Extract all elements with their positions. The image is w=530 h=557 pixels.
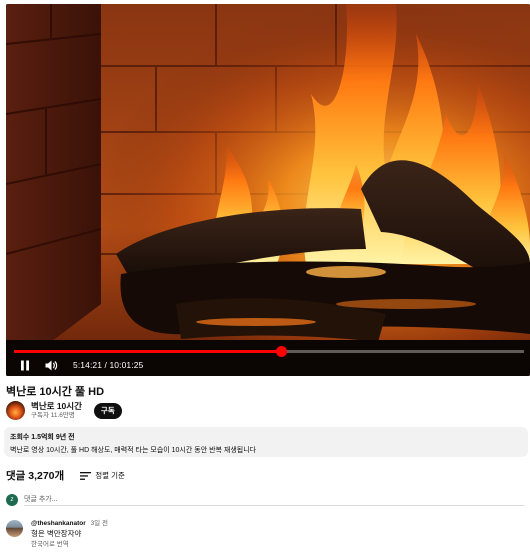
sort-button[interactable]: 정렬 기준 bbox=[80, 470, 125, 481]
channel-info: 벽난로 10시간 구독자 11.6만명 bbox=[31, 401, 82, 420]
subscriber-count: 구독자 11.6만명 bbox=[31, 412, 75, 420]
comment-text: 형은 벽만장자야 bbox=[31, 529, 82, 539]
translate-link[interactable]: 한국어로 번역 bbox=[31, 541, 108, 549]
channel-name[interactable]: 벽난로 10시간 bbox=[31, 401, 82, 411]
video-title: 벽난로 10시간 풀 HD bbox=[6, 386, 105, 398]
comment-author[interactable]: @theshankanator bbox=[31, 520, 86, 527]
channel-row: 벽난로 10시간 구독자 11.6만명 구독 bbox=[6, 400, 122, 421]
sort-label: 정렬 기준 bbox=[95, 471, 125, 480]
view-count-date: 조회수 1.5억회 9년 전 bbox=[10, 434, 75, 441]
add-comment-row: z 댓글 추가... bbox=[6, 493, 524, 506]
volume-icon bbox=[45, 360, 57, 370]
player-controls: 5:14:21 / 10:01:25 bbox=[6, 354, 530, 376]
user-avatar: z bbox=[6, 493, 18, 506]
video-player[interactable]: 5:14:21 / 10:01:25 bbox=[6, 4, 530, 376]
subscribe-button[interactable]: 구독 bbox=[93, 402, 122, 419]
comment-item: @theshankanator 3일 전 형은 벽만장자야 한국어로 번역 bbox=[6, 520, 108, 549]
comment-body: @theshankanator 3일 전 형은 벽만장자야 한국어로 번역 bbox=[31, 520, 108, 549]
comments-header: 댓글 3,270개 정렬 기준 bbox=[6, 468, 125, 483]
duration: 10:01:25 bbox=[109, 360, 144, 370]
channel-avatar[interactable] bbox=[6, 401, 25, 420]
fireplace-video-frame bbox=[6, 4, 530, 376]
volume-button[interactable] bbox=[42, 356, 60, 374]
pause-button[interactable] bbox=[16, 356, 34, 374]
pause-icon bbox=[21, 360, 29, 370]
time-display: 5:14:21 / 10:01:25 bbox=[73, 360, 143, 370]
add-comment-input[interactable]: 댓글 추가... bbox=[24, 493, 524, 506]
current-time: 5:14:21 bbox=[73, 360, 103, 370]
comment-age[interactable]: 3일 전 bbox=[91, 520, 108, 527]
progress-bar[interactable] bbox=[14, 346, 524, 357]
progress-fill bbox=[14, 350, 281, 353]
comment-meta: @theshankanator 3일 전 bbox=[31, 520, 108, 528]
description-box[interactable]: 조회수 1.5억회 9년 전 벽난로 영상 10시간, 풀 HD 해상도, 매력… bbox=[4, 427, 528, 457]
comments-count: 댓글 3,270개 bbox=[6, 470, 65, 482]
description-text: 벽난로 영상 10시간, 풀 HD 해상도, 매력적 타는 모습이 10시간 동… bbox=[10, 447, 257, 454]
commenter-avatar[interactable] bbox=[6, 520, 23, 537]
sort-icon bbox=[80, 471, 92, 480]
